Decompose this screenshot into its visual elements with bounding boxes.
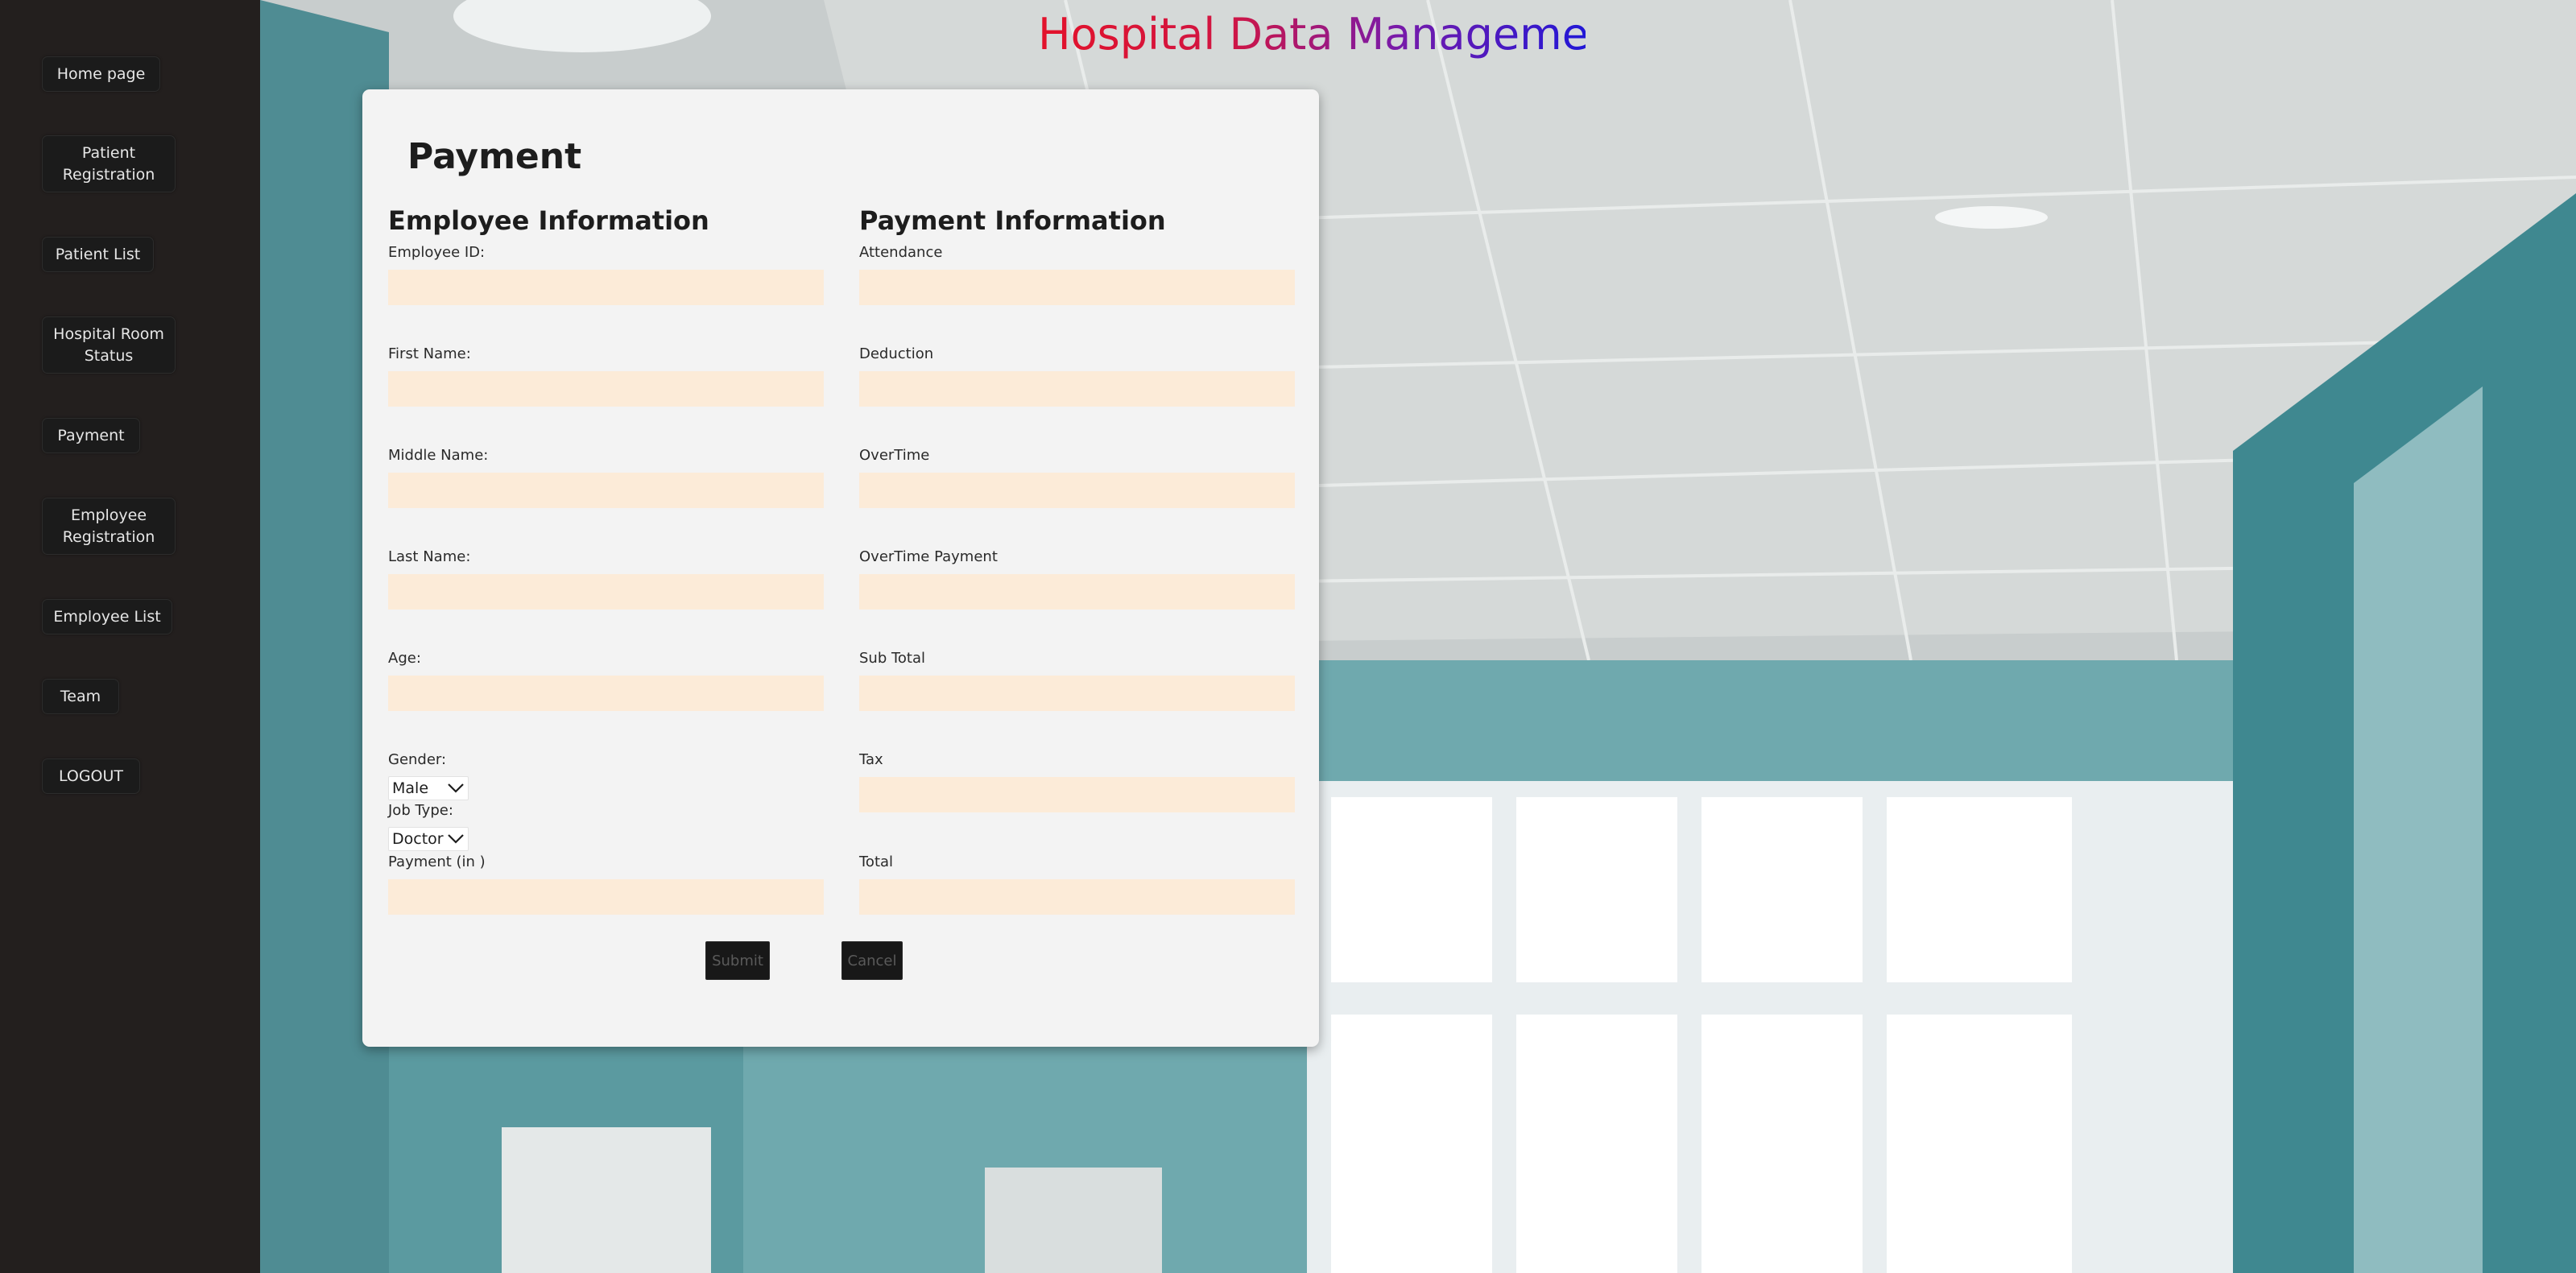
middle-name-input[interactable]	[388, 473, 824, 508]
app-root: Home page Patient Registration Patient L…	[0, 0, 2576, 1273]
chevron-down-icon	[448, 834, 464, 844]
total-label: Total	[859, 853, 894, 870]
first-name-label: First Name:	[388, 345, 471, 362]
sidebar-item-employee-list[interactable]: Employee List	[42, 599, 172, 634]
job-type-select-value: Doctor	[392, 830, 444, 848]
gender-select[interactable]: Male	[388, 776, 469, 800]
first-name-input[interactable]	[388, 371, 824, 407]
attendance-label: Attendance	[859, 244, 943, 261]
payment-form-card: Payment Employee Information Employee ID…	[362, 89, 1319, 1047]
page-title: Payment	[407, 136, 582, 177]
app-title: Hospital Data Management	[1038, 6, 1633, 63]
last-name-input[interactable]	[388, 574, 824, 610]
sub-total-label: Sub Total	[859, 650, 926, 667]
tax-input[interactable]	[859, 777, 1295, 812]
employee-id-label: Employee ID:	[388, 244, 486, 261]
last-name-label: Last Name:	[388, 548, 471, 565]
sidebar-item-patient-registration[interactable]: Patient Registration	[42, 135, 176, 192]
job-type-select[interactable]: Doctor	[388, 827, 469, 851]
payment-input[interactable]	[388, 879, 824, 915]
deduction-label: Deduction	[859, 345, 934, 362]
attendance-input[interactable]	[859, 270, 1295, 305]
age-input[interactable]	[388, 676, 824, 711]
total-input[interactable]	[859, 879, 1295, 915]
overtime-label: OverTime	[859, 447, 930, 464]
overtime-input[interactable]	[859, 473, 1295, 508]
submit-button[interactable]: Submit	[705, 941, 770, 980]
cancel-button[interactable]: Cancel	[841, 941, 903, 980]
employee-information-heading: Employee Information	[388, 205, 709, 236]
age-label: Age:	[388, 650, 421, 667]
middle-name-label: Middle Name:	[388, 447, 489, 464]
sidebar-item-team[interactable]: Team	[42, 679, 119, 714]
sidebar-item-hospital-room-status[interactable]: Hospital Room Status	[42, 316, 176, 374]
employee-id-input[interactable]	[388, 270, 824, 305]
tax-label: Tax	[859, 751, 883, 768]
overtime-payment-label: OverTime Payment	[859, 548, 998, 565]
sidebar: Home page Patient Registration Patient L…	[0, 0, 260, 1273]
sidebar-item-home-page[interactable]: Home page	[42, 56, 160, 92]
sidebar-item-payment[interactable]: Payment	[42, 418, 140, 453]
sub-total-input[interactable]	[859, 676, 1295, 711]
gender-select-value: Male	[392, 779, 429, 797]
gender-label: Gender:	[388, 751, 447, 768]
sidebar-item-logout[interactable]: LOGOUT	[42, 758, 140, 794]
sidebar-item-patient-list[interactable]: Patient List	[42, 237, 154, 272]
sidebar-item-employee-registration[interactable]: Employee Registration	[42, 498, 176, 555]
payment-information-heading: Payment Information	[859, 205, 1166, 236]
deduction-input[interactable]	[859, 371, 1295, 407]
chevron-down-icon	[448, 783, 464, 793]
overtime-payment-input[interactable]	[859, 574, 1295, 610]
payment-label: Payment (in )	[388, 853, 486, 870]
job-type-label: Job Type:	[388, 802, 453, 819]
